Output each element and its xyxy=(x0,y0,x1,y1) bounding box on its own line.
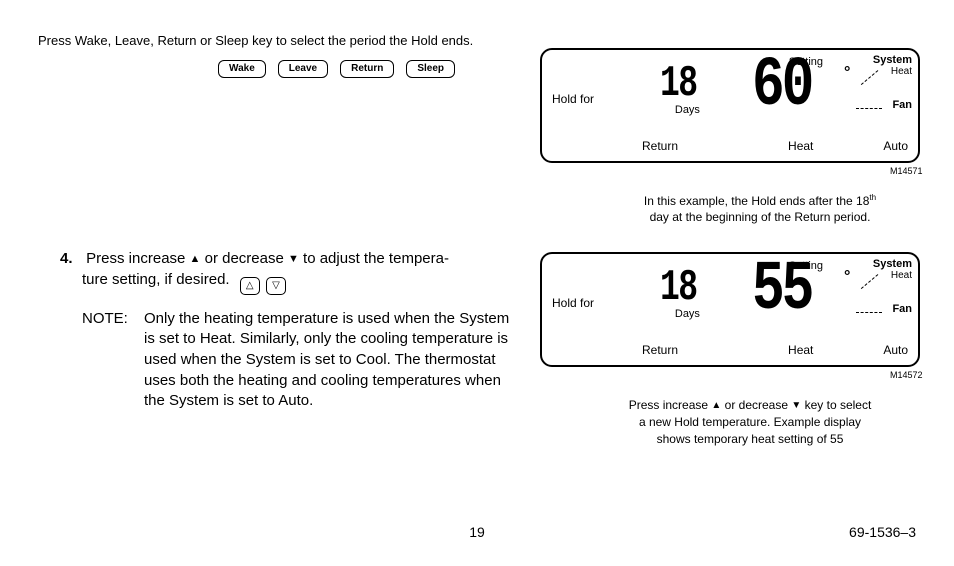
step-number: 4. xyxy=(60,249,82,270)
fan-mode: Auto xyxy=(883,343,908,357)
note-block: NOTE: Only the heating temperature is us… xyxy=(82,309,520,412)
decorative-dash xyxy=(856,108,882,109)
hold-for-label: Hold for xyxy=(552,296,594,310)
leave-button[interactable]: Leave xyxy=(278,60,328,78)
temp-value: 55 xyxy=(752,256,811,326)
note-label: NOTE: xyxy=(82,309,144,412)
period-label: Return xyxy=(642,343,678,357)
decrease-button-icon[interactable]: ▽ xyxy=(266,277,286,295)
sleep-button[interactable]: Sleep xyxy=(406,60,455,78)
thermostat-display-2: Setting Hold for 18 Days 55 ° System Hea… xyxy=(540,252,920,367)
days-value: 18 xyxy=(660,62,697,106)
degree-icon: ° xyxy=(844,268,850,286)
up-triangle-icon: ▲ xyxy=(190,252,201,267)
up-triangle-icon: ▲ xyxy=(711,399,721,413)
figure-id: M14571 xyxy=(890,166,923,176)
period-key-row: Wake Leave Return Sleep xyxy=(218,60,455,78)
fan-mode: Auto xyxy=(883,139,908,153)
return-button[interactable]: Return xyxy=(340,60,394,78)
increase-button-icon[interactable]: △ xyxy=(240,277,260,295)
system-label: System xyxy=(852,258,912,270)
days-value: 18 xyxy=(660,266,697,310)
down-triangle-icon: ▼ xyxy=(288,252,299,267)
fan-label: Fan xyxy=(852,99,912,111)
period-label: Return xyxy=(642,139,678,153)
fan-label: Fan xyxy=(852,303,912,315)
thermostat-display-1: Setting Hold for 18 Days 60 ° System Hea… xyxy=(540,48,920,163)
degree-icon: ° xyxy=(844,64,850,82)
mode-label: Heat xyxy=(788,343,813,357)
system-mode: Heat xyxy=(852,66,912,77)
note-body: Only the heating temperature is used whe… xyxy=(144,309,520,412)
wake-button[interactable]: Wake xyxy=(218,60,266,78)
system-label: System xyxy=(852,54,912,66)
hold-for-label: Hold for xyxy=(552,92,594,106)
intro-text: Press Wake, Leave, Return or Sleep key t… xyxy=(38,32,498,50)
page-number: 19 xyxy=(0,524,954,540)
caption-panel-2: Press increase ▲ or decrease ▼ key to se… xyxy=(580,397,920,447)
decorative-dash xyxy=(856,312,882,313)
step-4: 4. Press increase ▲ or decrease ▼ to adj… xyxy=(60,249,520,412)
caption-panel-1: In this example, the Hold ends after the… xyxy=(600,193,920,225)
system-mode: Heat xyxy=(852,270,912,281)
figure-id: M14572 xyxy=(890,370,923,380)
mode-label: Heat xyxy=(788,139,813,153)
document-id: 69-1536–3 xyxy=(849,524,916,540)
down-triangle-icon: ▼ xyxy=(791,399,801,413)
temp-value: 60 xyxy=(752,52,811,122)
